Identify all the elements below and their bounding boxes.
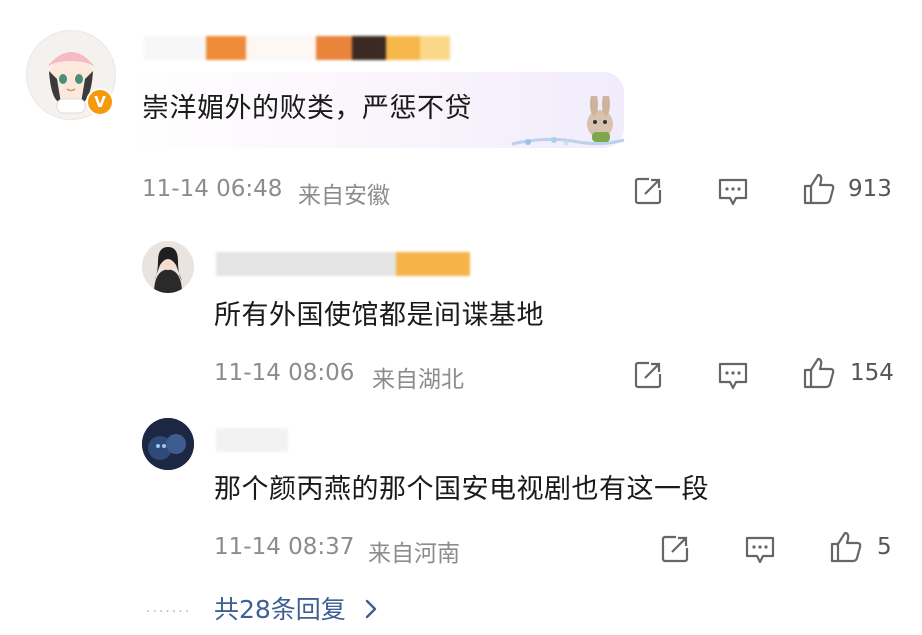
reply-avatar-2[interactable]	[142, 418, 194, 470]
reply-avatar-1[interactable]	[142, 241, 194, 293]
chevron-right-icon	[365, 599, 376, 619]
reply-text-1: 所有外国使馆都是间谍基地	[214, 300, 544, 331]
main-comment-location: 来自安徽	[298, 183, 390, 209]
commenter-name-blurred	[144, 36, 450, 60]
main-like-count: 913	[848, 176, 892, 202]
reply-time-1: 11-14 08:06	[214, 360, 355, 386]
reply-location-2: 来自河南	[368, 541, 460, 567]
view-all-replies-link[interactable]: 共28条回复	[214, 590, 378, 626]
comment-icon[interactable]	[717, 177, 749, 207]
reply-name-blurred-1	[216, 252, 470, 276]
reply-like-count-1: 154	[850, 360, 894, 386]
reply-count-label: 共28条回复	[214, 595, 346, 624]
reply-name-blurred-2	[216, 428, 288, 452]
main-comment-text: 崇洋媚外的败类，严惩不贷	[142, 93, 472, 124]
share-icon[interactable]	[659, 533, 691, 565]
like-icon[interactable]	[829, 530, 863, 564]
reply-text-2: 那个颜丙燕的那个国安电视剧也有这一段	[214, 474, 709, 505]
share-icon[interactable]	[632, 175, 664, 207]
reply-like-count-2: 5	[877, 534, 892, 560]
like-icon[interactable]	[802, 356, 836, 390]
reply-location-1: 来自湖北	[372, 367, 464, 393]
main-comment-time: 11-14 06:48	[142, 176, 283, 202]
comment-icon[interactable]	[744, 535, 776, 565]
like-icon[interactable]	[802, 172, 836, 206]
reply-time-2: 11-14 08:37	[214, 534, 355, 560]
verified-v-icon: V	[86, 88, 114, 116]
divider-dots: ·······	[146, 604, 192, 620]
share-icon[interactable]	[632, 359, 664, 391]
comment-icon[interactable]	[717, 361, 749, 391]
